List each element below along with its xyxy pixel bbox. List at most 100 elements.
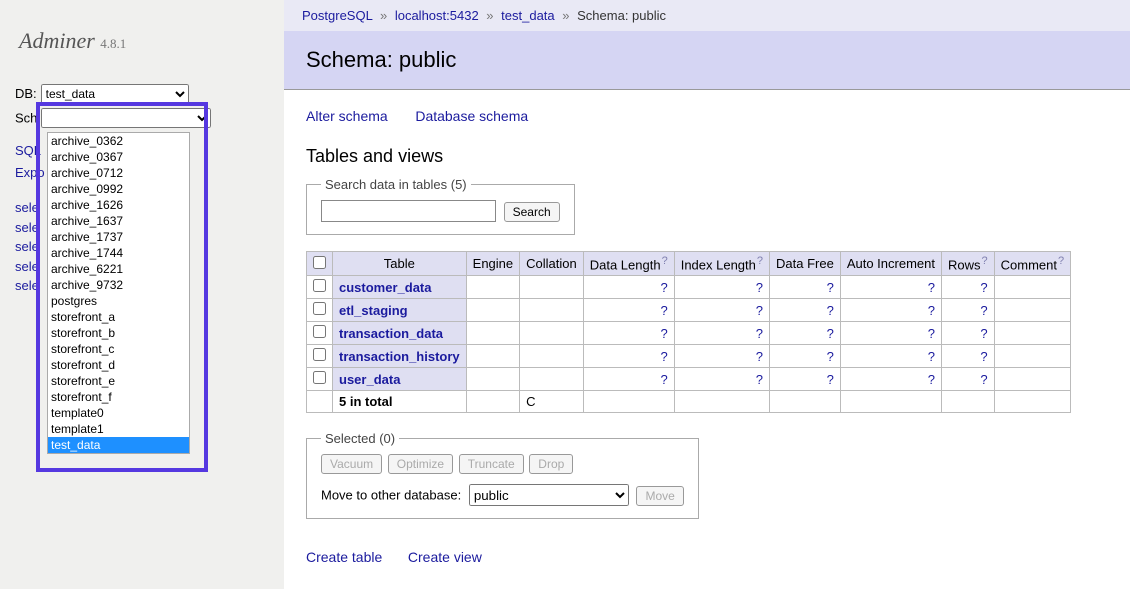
footer-blank [307,391,333,413]
tables-heading: Tables and views [306,146,1108,167]
db-option[interactable]: archive_1637 [48,213,189,229]
drop-button[interactable]: Drop [529,454,573,474]
database-schema-link[interactable]: Database schema [415,108,528,124]
db-dropdown-listbox[interactable]: archive_0362 archive_0367 archive_0712 a… [47,132,190,454]
row-checkbox[interactable] [313,348,326,361]
db-option[interactable]: archive_0712 [48,165,189,181]
create-table-link[interactable]: Create table [306,549,382,565]
db-option[interactable]: archive_1737 [48,229,189,245]
col-auto-increment[interactable]: Auto Increment [840,252,941,276]
db-option[interactable]: storefront_e [48,373,189,389]
qmark-link[interactable]: ? [928,303,935,318]
truncate-button[interactable]: Truncate [459,454,524,474]
qmark-link[interactable]: ? [827,372,834,387]
table-name-link[interactable]: user_data [339,372,400,387]
col-checkbox [307,252,333,276]
table-name-link[interactable]: transaction_data [339,326,443,341]
table-name-link[interactable]: transaction_history [339,349,460,364]
check-all[interactable] [313,256,326,269]
db-option[interactable]: storefront_c [48,341,189,357]
selected-fieldset: Selected (0) Vacuum Optimize Truncate Dr… [306,431,699,519]
qmark-link[interactable]: ? [827,349,834,364]
export-link[interactable]: Expo [15,165,45,180]
qmark-link[interactable]: ? [827,303,834,318]
db-option[interactable]: storefront_a [48,309,189,325]
db-option[interactable]: archive_6221 [48,261,189,277]
sidebar: Adminer 4.8.1 DB: test_data Sch SQL Expo… [0,0,284,589]
qmark-link[interactable]: ? [756,372,763,387]
db-option[interactable]: archive_1744 [48,245,189,261]
table-row: user_data????? [307,368,1071,391]
db-option[interactable]: template1 [48,421,189,437]
db-option[interactable]: archive_1626 [48,197,189,213]
db-label: DB: [15,86,37,101]
qmark-link[interactable]: ? [928,372,935,387]
col-collation[interactable]: Collation [520,252,584,276]
qmark-link[interactable]: ? [980,303,987,318]
col-data-length[interactable]: Data Length? [583,252,674,276]
db-option[interactable]: storefront_d [48,357,189,373]
total-label: 5 in total [333,391,467,413]
qmark-link[interactable]: ? [756,303,763,318]
table-name-link[interactable]: etl_staging [339,303,408,318]
db-select[interactable]: test_data [41,84,189,104]
col-engine[interactable]: Engine [466,252,519,276]
qmark-link[interactable]: ? [660,303,667,318]
move-target-select[interactable]: public [469,484,629,506]
crumb-db[interactable]: test_data [501,8,555,23]
db-option[interactable]: storefront_f [48,389,189,405]
row-checkbox[interactable] [313,302,326,315]
optimize-button[interactable]: Optimize [388,454,453,474]
qmark-link[interactable]: ? [660,280,667,295]
col-table[interactable]: Table [333,252,467,276]
vacuum-button[interactable]: Vacuum [321,454,382,474]
help-icon[interactable]: ? [1058,255,1064,267]
qmark-link[interactable]: ? [756,280,763,295]
qmark-link[interactable]: ? [928,326,935,341]
table-name-link[interactable]: customer_data [339,280,431,295]
qmark-link[interactable]: ? [756,349,763,364]
qmark-link[interactable]: ? [660,326,667,341]
row-checkbox[interactable] [313,279,326,292]
qmark-link[interactable]: ? [928,349,935,364]
qmark-link[interactable]: ? [660,372,667,387]
qmark-link[interactable]: ? [756,326,763,341]
col-data-free[interactable]: Data Free [770,252,841,276]
crumb-driver[interactable]: PostgreSQL [302,8,372,23]
col-comment[interactable]: Comment? [994,252,1070,276]
move-button[interactable]: Move [636,486,683,506]
help-icon[interactable]: ? [982,255,988,267]
qmark-link[interactable]: ? [980,372,987,387]
row-checkbox[interactable] [313,371,326,384]
search-button[interactable]: Search [504,202,560,222]
db-option[interactable]: archive_0992 [48,181,189,197]
qmark-link[interactable]: ? [827,280,834,295]
help-icon[interactable]: ? [662,255,668,267]
db-option[interactable]: template0 [48,405,189,421]
db-option[interactable]: postgres [48,293,189,309]
db-option[interactable]: storefront_b [48,325,189,341]
total-collation: C [520,391,584,413]
db-option[interactable]: archive_0362 [48,133,189,149]
crumb-server[interactable]: localhost:5432 [395,8,479,23]
col-rows[interactable]: Rows? [941,252,994,276]
qmark-link[interactable]: ? [980,280,987,295]
search-input[interactable] [321,200,496,222]
qmark-link[interactable]: ? [980,326,987,341]
qmark-link[interactable]: ? [928,280,935,295]
qmark-link[interactable]: ? [827,326,834,341]
table-row: customer_data????? [307,276,1071,299]
sql-command-link[interactable]: SQL [15,143,41,158]
db-option-selected[interactable]: test_data [48,437,189,453]
db-option[interactable]: archive_9732 [48,277,189,293]
qmark-link[interactable]: ? [660,349,667,364]
schema-select[interactable] [41,108,211,128]
selected-legend: Selected (0) [321,431,399,446]
create-view-link[interactable]: Create view [408,549,482,565]
alter-schema-link[interactable]: Alter schema [306,108,388,124]
db-option[interactable]: archive_0367 [48,149,189,165]
help-icon[interactable]: ? [757,255,763,267]
col-index-length[interactable]: Index Length? [674,252,769,276]
qmark-link[interactable]: ? [980,349,987,364]
row-checkbox[interactable] [313,325,326,338]
